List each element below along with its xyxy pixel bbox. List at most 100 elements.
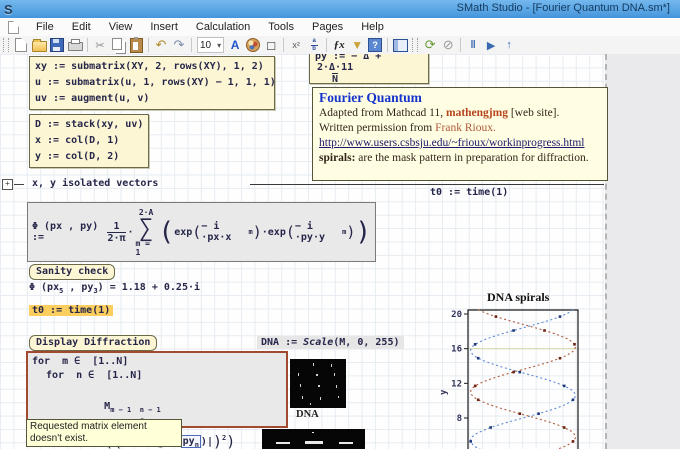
play-button[interactable]: ▶ — [482, 37, 500, 53]
toolbar-separator — [460, 38, 461, 52]
undo-button[interactable]: ↶ — [152, 37, 170, 53]
math-region-submatrix[interactable]: xy := submatrix(XY, 2, rows(XY), 1, 2) u… — [29, 56, 275, 110]
paste-button[interactable] — [127, 37, 145, 53]
error-tooltip: Requested matrix element doesn't exist. — [26, 419, 182, 447]
open-button[interactable] — [30, 37, 48, 53]
svg-text:y: y — [440, 389, 449, 395]
for-loop-line: for n ∈ [1..N] — [32, 369, 282, 383]
menu-pages[interactable]: Pages — [303, 19, 352, 35]
menu-calculation[interactable]: Calculation — [187, 19, 259, 35]
math-region-phi-eval[interactable]: Φ (px5 , py3) = 1.18 + 0.25·i — [29, 282, 200, 295]
math-line: xy := submatrix(XY, 2, rows(XY), 1, 2) — [35, 59, 269, 75]
sanity-check-badge[interactable]: Sanity check — [29, 264, 115, 280]
note-line: Adapted from Mathcad 11, mathengjmg [web… — [319, 106, 601, 121]
pause-button[interactable]: ‖ — [464, 37, 482, 53]
menu-help[interactable]: Help — [352, 19, 393, 35]
new-document-button[interactable] — [12, 37, 30, 53]
selected-operand[interactable]: pyn — [181, 435, 201, 448]
toolbar-separator — [148, 38, 149, 52]
toolbar-separator — [191, 38, 192, 52]
worksheet-canvas[interactable]: py := − Δ + 2·Δ·11N xy := submatrix(XY, … — [0, 54, 680, 449]
help-panel-button[interactable]: ? — [366, 37, 384, 53]
strip-dashes — [262, 429, 365, 449]
fraction-button[interactable]: ab — [305, 37, 323, 53]
recalculate-button[interactable]: ⟳ — [421, 37, 439, 53]
display-diffraction-badge[interactable]: Display Diffraction — [29, 335, 157, 351]
section-dash — [14, 184, 24, 185]
title-bar[interactable]: S SMath Studio - [Fourier Quantum DNA.sm… — [0, 0, 680, 18]
dna-diffraction-image[interactable] — [290, 359, 346, 408]
menu-view[interactable]: View — [100, 19, 142, 35]
palette-icon — [246, 38, 260, 52]
border-button[interactable]: □ — [262, 37, 280, 53]
menu-file[interactable]: File — [27, 19, 63, 35]
section-line — [250, 184, 604, 185]
text-note-fourier-quantum[interactable]: Fourier Quantum Adapted from Mathcad 11,… — [312, 87, 608, 181]
math-line: y := col(D, 2) — [35, 149, 143, 165]
save-icon — [50, 38, 64, 52]
for-loop-line: for m ∈ [1..N] — [32, 355, 282, 369]
math-region-for-loop[interactable]: for m ∈ [1..N] for n ∈ [1..N] Mm − 1 n −… — [26, 351, 288, 428]
question-icon: ? — [368, 38, 382, 52]
toolbar-separator — [326, 38, 327, 52]
svg-text:12: 12 — [451, 379, 462, 389]
print-button[interactable] — [66, 37, 84, 53]
toolbar: ✂ ↶ ↷ 10 ▾ A □ x² ab ƒx ▼ ? ⟳ ⊘ ‖ ▶ ↑ — [0, 36, 680, 55]
paste-icon — [130, 38, 143, 53]
math-region-py[interactable]: py := − Δ + 2·Δ·11N — [309, 54, 429, 84]
cut-button[interactable]: ✂ — [91, 37, 109, 53]
dna-spirals-chart[interactable]: 8121620y — [440, 300, 610, 449]
math-region-stack[interactable]: D := stack(xy, uv) x := col(D, 1) y := c… — [29, 114, 149, 168]
menu-bar: File Edit View Insert Calculation Tools … — [0, 18, 680, 37]
math-region-t0-top[interactable]: t0 := time(1) — [430, 187, 508, 198]
side-panel-button[interactable] — [391, 37, 409, 53]
math-line: x := col(D, 1) — [35, 133, 143, 149]
copy-icon — [112, 38, 122, 50]
summation-symbol: 2·A ∑ m = 1 — [136, 208, 157, 257]
math-region-phi-definition[interactable]: Φ (px , py) := 12·π · 2·A ∑ m = 1 (exp(−… — [27, 202, 376, 262]
menu-edit[interactable]: Edit — [63, 19, 100, 35]
toolbar-separator — [283, 38, 284, 52]
frioux-link[interactable]: http://www.users.csbsju.edu/~frioux/work… — [319, 137, 584, 149]
new-document-icon — [15, 38, 27, 52]
note-title: Fourier Quantum — [319, 90, 601, 106]
toolbar-separator — [87, 38, 88, 52]
math-line: uv := augment(u, v) — [35, 91, 269, 107]
math-line: D := stack(xy, uv) — [35, 117, 143, 133]
printer-icon — [68, 42, 83, 51]
math-region-t0-highlighted[interactable]: t0 := time(1) — [29, 305, 113, 316]
svg-text:20: 20 — [451, 310, 462, 320]
diffraction-dots — [290, 359, 346, 408]
section-collapse-toggle[interactable]: + — [2, 179, 13, 190]
save-button[interactable] — [48, 37, 66, 53]
open-folder-icon — [32, 41, 47, 52]
side-panel-icon — [393, 39, 408, 52]
app-logo-icon: S — [4, 2, 13, 17]
function-button[interactable]: ƒx — [330, 37, 348, 53]
note-line: spirals: are the mask pattern in prepara… — [319, 151, 601, 166]
stop-button[interactable]: ⊘ — [439, 37, 457, 53]
toolbar-grip[interactable] — [3, 38, 9, 52]
interrupt-button[interactable]: ↑ — [500, 37, 518, 53]
font-size-value: 10 — [200, 40, 211, 51]
font-color-button[interactable]: A — [226, 37, 244, 53]
chevron-down-icon: ▾ — [217, 41, 221, 50]
font-size-select[interactable]: 10 ▾ — [197, 37, 224, 53]
background-color-button[interactable] — [244, 37, 262, 53]
copy-button[interactable] — [109, 37, 127, 53]
section-divider: + x, y isolated vectors — [2, 178, 662, 192]
math-region-dna-scale[interactable]: DNA := Scale(M, 0, 255) — [257, 337, 404, 348]
section-label: x, y isolated vectors — [32, 178, 158, 189]
menu-insert[interactable]: Insert — [141, 19, 187, 35]
window-title: SMath Studio - [Fourier Quantum DNA.sm*] — [457, 2, 670, 14]
fraction-icon: ab — [311, 39, 318, 52]
superscript-button[interactable]: x² — [287, 37, 305, 53]
redo-button[interactable]: ↷ — [170, 37, 188, 53]
toolbar-grip[interactable] — [412, 38, 418, 52]
svg-text:16: 16 — [451, 345, 462, 355]
menu-tools[interactable]: Tools — [259, 19, 303, 35]
filter-button[interactable]: ▼ — [348, 37, 366, 53]
math-line: u := submatrix(u, 1, rows(XY) − 1, 1, 1) — [35, 75, 269, 91]
page-margin-area — [605, 54, 680, 449]
dna-strip-image[interactable] — [262, 429, 365, 449]
